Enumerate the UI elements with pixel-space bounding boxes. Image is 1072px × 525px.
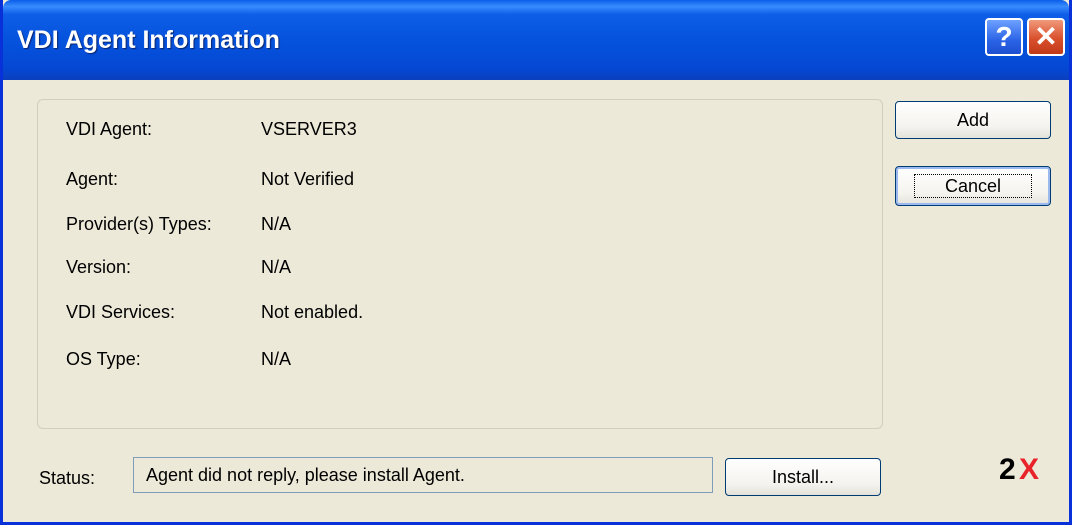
vdi-services-label: VDI Services: bbox=[66, 302, 176, 322]
status-label: Status: bbox=[39, 468, 96, 488]
os-type-value: N/A bbox=[261, 349, 292, 369]
agent-label: Agent: bbox=[66, 169, 119, 189]
provider-types-value: N/A bbox=[261, 214, 292, 234]
close-icon: ✕ bbox=[1034, 21, 1058, 52]
help-icon: ? bbox=[995, 21, 1013, 52]
vdi-services-value: Not enabled. bbox=[261, 302, 364, 322]
status-field: Agent did not reply, please install Agen… bbox=[133, 457, 713, 493]
title-bar[interactable]: VDI Agent Information ? ✕ bbox=[3, 0, 1069, 80]
agent-value: Not Verified bbox=[261, 169, 355, 189]
help-button[interactable]: ? bbox=[985, 18, 1023, 56]
window-title: VDI Agent Information bbox=[17, 26, 280, 54]
version-value: N/A bbox=[261, 257, 292, 277]
add-button[interactable]: Add bbox=[895, 101, 1051, 139]
logo-x: X bbox=[1019, 453, 1039, 483]
vdi-agent-label: VDI Agent: bbox=[66, 119, 153, 139]
close-button[interactable]: ✕ bbox=[1027, 18, 1065, 56]
cancel-button-label: Cancel bbox=[913, 174, 1033, 198]
2x-logo: 2 X bbox=[999, 453, 1039, 483]
agent-info-group bbox=[37, 99, 883, 429]
os-type-label: OS Type: bbox=[66, 349, 141, 369]
logo-two: 2 bbox=[999, 453, 1016, 483]
version-label: Version: bbox=[66, 257, 132, 277]
dialog-window: VDI Agent Information ? ✕ VDI Agent: VSE… bbox=[0, 0, 1072, 525]
vdi-agent-value: VSERVER3 bbox=[261, 119, 357, 139]
cancel-button[interactable]: Cancel bbox=[895, 166, 1051, 206]
provider-types-label: Provider(s) Types: bbox=[66, 214, 212, 234]
install-button[interactable]: Install... bbox=[725, 458, 881, 496]
